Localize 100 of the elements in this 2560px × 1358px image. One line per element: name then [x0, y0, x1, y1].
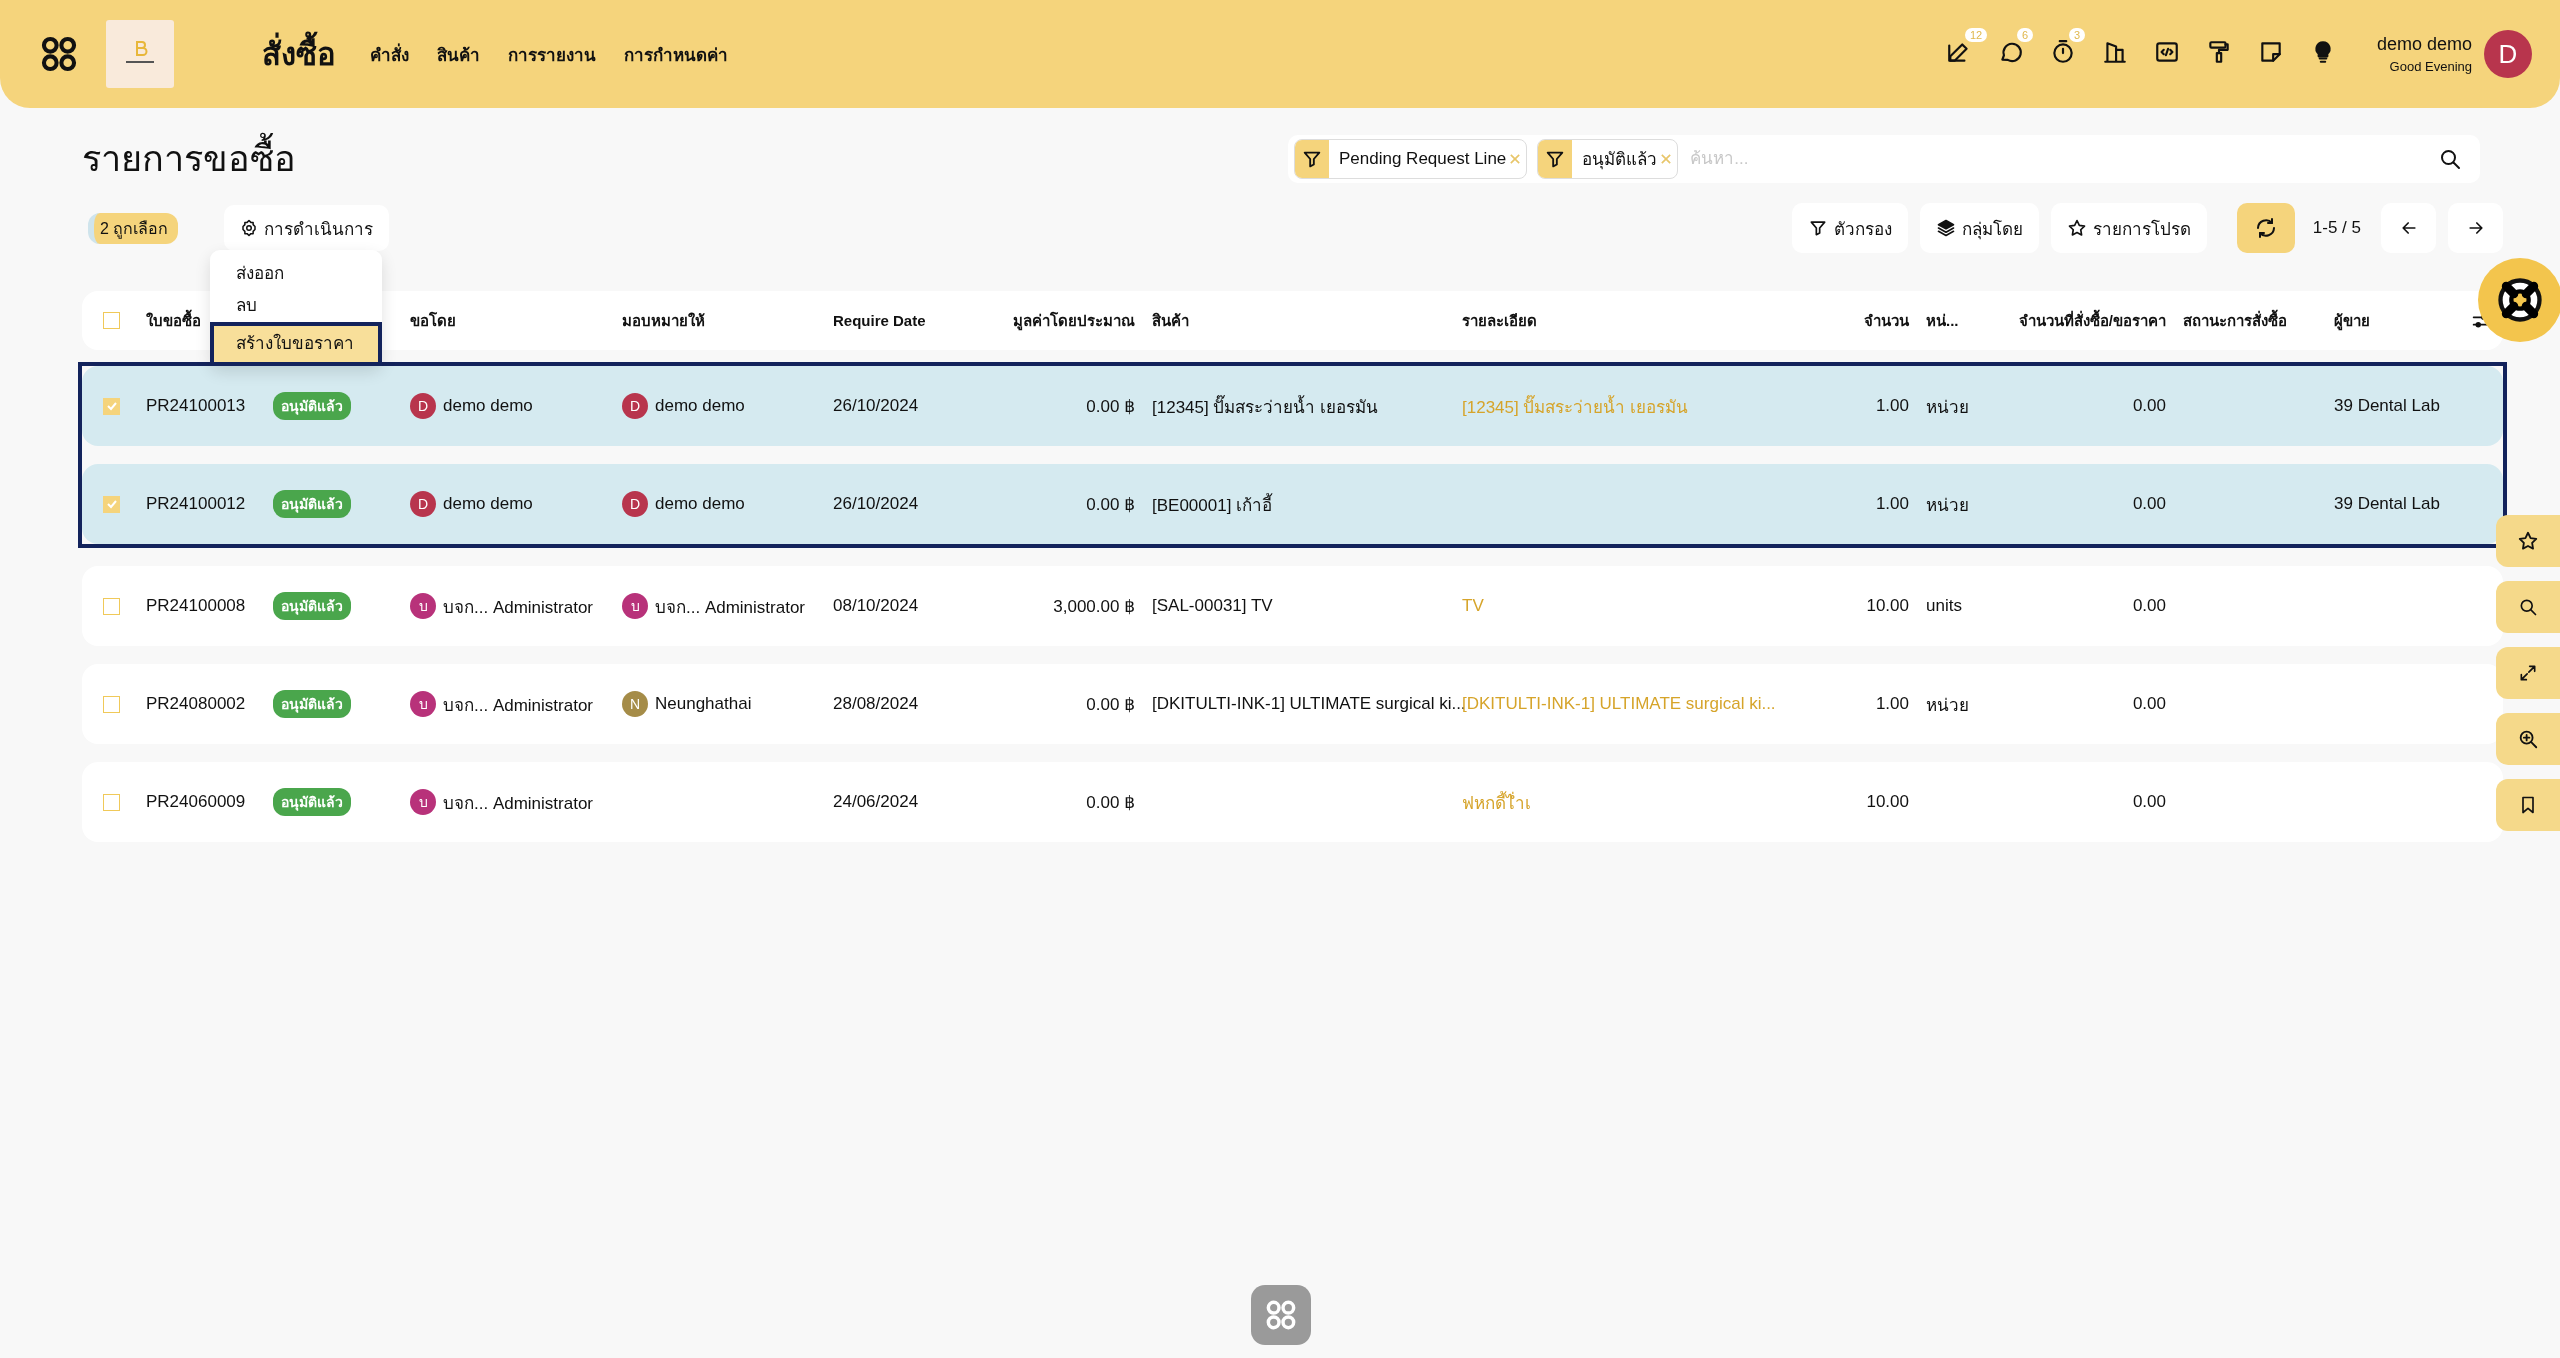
status-badge: อนุมัติแล้ว [273, 392, 351, 420]
column-header[interactable]: รายละเอียด [1462, 311, 1537, 329]
request-number: PR24060009 [146, 792, 246, 811]
user-avatar: D [410, 393, 436, 419]
vendor-text: 39 Dental Lab [2334, 396, 2440, 415]
column-header[interactable]: จำนวนที่สั่งซื้อ/ขอราคา [2018, 311, 2166, 329]
refresh-button[interactable] [2236, 203, 2295, 253]
status-badge: อนุมัติแล้ว [273, 592, 351, 620]
date-text: 26/10/2024 [833, 494, 919, 513]
user-name: บจก... Administrator [443, 792, 594, 815]
ordered-quantity-text: 0.00 [2132, 694, 2166, 713]
expand-button[interactable] [2496, 647, 2560, 699]
building-icon [2101, 39, 2128, 65]
page-title: รายการขอซื้อ [82, 130, 296, 187]
amount-text: 0.00 ฿ [1086, 494, 1135, 514]
user-avatar: N [622, 691, 648, 717]
user-name: บจก... Administrator [655, 596, 806, 619]
filter-chip[interactable]: อนุมัติแล้ว [1537, 138, 1679, 179]
product-text: [12345] ปั๊มสระว่ายน้ำ เยอรมัน [1152, 397, 1379, 417]
menu-item[interactable]: ลบ [210, 290, 382, 322]
menu-item[interactable]: สร้างใบขอราคา [210, 322, 382, 366]
expand-icon [2518, 663, 2538, 683]
user-name: บจก... Administrator [443, 596, 594, 619]
column-header[interactable]: ขอโดย [410, 311, 456, 329]
nav-menu-item[interactable]: การรายงาน [494, 34, 610, 74]
quantity-text: 1.00 [1875, 694, 1909, 713]
column-header[interactable]: ใบขอซื้อ [146, 311, 201, 329]
table-row[interactable]: PR24100008 อนุมัติแล้ว บ บจก... Administrator บ บจก... Administrator 08/10/2024 3,000.00 ฿ [SAL-00031] TV TV 10.00 units 0.00 [82, 566, 2503, 646]
user-avatar: บ [410, 593, 436, 619]
date-text: 28/08/2024 [833, 694, 919, 713]
row-checkbox[interactable] [103, 695, 120, 713]
row-checkbox[interactable] [103, 397, 120, 415]
user-avatar: D [410, 491, 436, 517]
user-avatar: D [622, 491, 648, 517]
ordered-quantity-text: 0.00 [2132, 596, 2166, 615]
apps-button[interactable] [1251, 1285, 1311, 1345]
group-by-button[interactable]: กลุ่มโดย [1919, 203, 2039, 253]
column-header[interactable]: มูลค่าโดยประมาณ [1013, 311, 1135, 329]
user-name: demo demo [443, 396, 533, 416]
description-text: [12345] ปั๊มสระว่ายน้ำ เยอรมัน [1462, 397, 1689, 417]
request-number: PR24080002 [146, 694, 246, 713]
actions-button[interactable]: การดำเนินการ [224, 205, 390, 251]
unit-text: units [1926, 596, 1962, 615]
count-badge: 6 [2016, 28, 2034, 42]
table-row[interactable]: PR24100013 อนุมัติแล้ว D demo demo D demo demo 26/10/2024 0.00 ฿ [12345] ปั๊มสระว่ายน้ำ เยอรมัน [12345] ปั๊มสระว่ายน้ำ เยอรมัน 1.00 หน่วย 0.00 39 Dental Lab [82, 366, 2503, 446]
column-header[interactable]: หน่... [1926, 311, 1959, 329]
user-avatar: บ [622, 593, 648, 619]
amount-text: 3,000.00 ฿ [1053, 596, 1135, 616]
count-badge: 3 [2068, 28, 2086, 42]
favorite-button[interactable] [2496, 515, 2560, 567]
gear-icon [240, 219, 259, 237]
column-header[interactable]: สินค้า [1152, 311, 1189, 329]
filter-label: Pending Request Line [1338, 148, 1508, 169]
nav-menu-item[interactable]: คำสั่ง [356, 34, 423, 74]
select-all-checkbox[interactable] [103, 312, 120, 329]
app-grid-icon[interactable] [40, 35, 78, 73]
favorites-button[interactable]: รายการโปรด [2050, 203, 2207, 253]
request-number: PR24100013 [146, 396, 246, 415]
bookmark-button[interactable] [2496, 779, 2560, 831]
search-icon [2518, 597, 2538, 617]
filter-button[interactable]: ตัวกรอง [1791, 203, 1908, 253]
filter-chip[interactable]: Pending Request Line [1294, 138, 1528, 179]
table-row[interactable]: PR24100012 อนุมัติแล้ว D demo demo D demo demo 26/10/2024 0.00 ฿ [BE00001] เก้าอี้ 1.00 หน่วย 0.00 39 Dental Lab [82, 464, 2503, 544]
nav-menu-item[interactable]: สินค้า [423, 34, 494, 74]
row-checkbox[interactable] [103, 495, 120, 513]
ordered-quantity-text: 0.00 [2132, 792, 2166, 811]
amount-text: 0.00 ฿ [1086, 694, 1135, 714]
row-checkbox[interactable] [103, 793, 120, 811]
search-button[interactable] [2496, 581, 2560, 633]
user-avatar[interactable]: D [2484, 30, 2532, 78]
nav-menu-item[interactable]: การกำหนดค่า [610, 34, 742, 74]
user-avatar: บ [410, 691, 436, 717]
column-header[interactable]: ผู้ขาย [2334, 311, 2370, 329]
unit-text: หน่วย [1926, 495, 1969, 515]
zoom-in-button[interactable] [2496, 713, 2560, 765]
row-checkbox[interactable] [103, 597, 120, 615]
table-row[interactable]: PR24060009 อนุมัติแล้ว บ บจก... Administrator 24/06/2024 0.00 ฿ ฟหกดี้ไ่ำเ 10.00 0.00 [82, 762, 2503, 842]
user-name: บจก... Administrator [443, 694, 594, 717]
app-title: สั่งซื้อ [262, 29, 336, 79]
column-header[interactable]: มอบหมายให้ [622, 311, 705, 329]
date-text: 26/10/2024 [833, 396, 919, 415]
user-avatar: D [622, 393, 648, 419]
column-header[interactable]: สถานะการสั่งซื้อ [2183, 311, 2287, 329]
selected-count-badge: 2 ถูกเลือก [88, 212, 179, 244]
zoom-in-icon [2517, 728, 2539, 750]
star-icon [2517, 530, 2539, 552]
ordered-quantity-text: 0.00 [2132, 396, 2166, 415]
user-name: demo demo [655, 494, 745, 514]
column-header[interactable]: Require Date [833, 312, 926, 329]
column-header[interactable]: จำนวน [1864, 311, 1909, 329]
menu-item[interactable]: ส่งออก [210, 258, 382, 290]
user-name: demo demo [655, 396, 745, 416]
description-text: TV [1462, 596, 1484, 615]
user-avatar: บ [410, 789, 436, 815]
status-badge: อนุมัติแล้ว [273, 788, 351, 816]
greeting-text: Good Evening [2388, 59, 2472, 74]
star-icon [2066, 218, 2087, 238]
amount-text: 0.00 ฿ [1086, 396, 1135, 416]
quantity-text: 10.00 [1866, 596, 1909, 615]
date-text: 08/10/2024 [833, 596, 919, 615]
